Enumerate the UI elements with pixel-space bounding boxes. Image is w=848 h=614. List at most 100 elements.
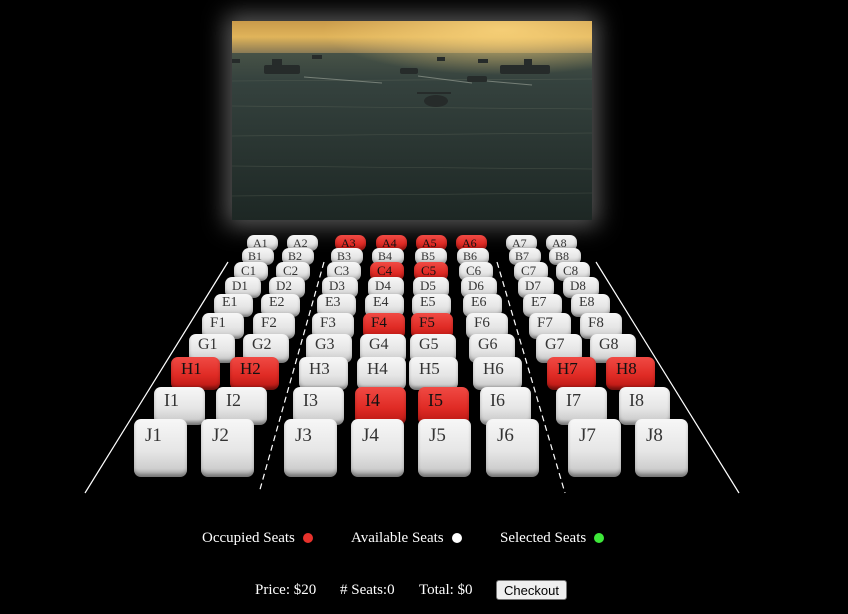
seat-label: B1 (248, 249, 263, 263)
seat-label: H8 (616, 359, 637, 378)
seat-j5[interactable]: J5 (418, 419, 471, 477)
seat-j8[interactable]: J8 (635, 419, 688, 477)
seat-label: I7 (566, 390, 581, 410)
seat-label: I4 (365, 390, 380, 410)
seat-label: D6 (468, 278, 484, 293)
seat-label: D1 (232, 278, 248, 293)
legend-occupied: Occupied Seats (202, 530, 313, 547)
seat-label: H3 (309, 359, 330, 378)
selected-dot-icon (594, 532, 605, 543)
seat-label: B5 (421, 249, 436, 263)
seat-label: F2 (261, 315, 277, 331)
seat-label: E3 (325, 295, 341, 310)
seat-label: C1 (241, 263, 257, 278)
seat-label: J5 (429, 425, 446, 446)
seat-label: E2 (269, 295, 285, 310)
legend-occupied-label: Occupied Seats (202, 530, 295, 546)
seat-label: E6 (471, 295, 487, 310)
seat-j3[interactable]: J3 (284, 419, 337, 477)
seat-label: H5 (419, 359, 440, 378)
seat-h1[interactable]: H1 (171, 357, 220, 390)
seat-label: F1 (210, 315, 226, 331)
seat-h4[interactable]: H4 (357, 357, 406, 390)
seat-h7[interactable]: H7 (547, 357, 596, 390)
seat-count-text: # Seats:0 (340, 582, 395, 598)
seat-label: G1 (198, 336, 218, 353)
seat-label: F7 (537, 315, 553, 331)
seat-label: D4 (375, 278, 391, 293)
seat-label: D7 (525, 278, 541, 293)
seat-h5[interactable]: H5 (409, 357, 458, 390)
seat-label: C8 (563, 263, 579, 278)
seat-label: H1 (181, 359, 202, 378)
available-dot-icon (451, 532, 462, 543)
seat-label: E8 (579, 295, 595, 310)
seat-label: C2 (283, 263, 299, 278)
price-text: Price: $20 (255, 582, 317, 598)
seat-label: J2 (212, 425, 229, 446)
seat-j2[interactable]: J2 (201, 419, 254, 477)
seat-j1[interactable]: J1 (134, 419, 187, 477)
seat-h3[interactable]: H3 (299, 357, 348, 390)
seat-h8[interactable]: H8 (606, 357, 655, 390)
seat-label: G5 (419, 336, 439, 353)
seat-label: I3 (303, 390, 318, 410)
seat-label: H6 (483, 359, 504, 378)
seat-label: E7 (531, 295, 547, 310)
seat-label: F5 (419, 315, 435, 331)
seat-label: C3 (334, 263, 350, 278)
seat-h2[interactable]: H2 (230, 357, 279, 390)
seat-label: G4 (369, 336, 389, 353)
seat-j7[interactable]: J7 (568, 419, 621, 477)
occupied-dot-icon (302, 532, 313, 543)
seat-label: G3 (315, 336, 335, 353)
legend: Occupied Seats Available Seats Selected … (0, 530, 848, 552)
seat-label: J4 (362, 425, 379, 446)
seat-label: E4 (373, 295, 389, 310)
seat-label: D8 (570, 278, 586, 293)
seat-label: I5 (428, 390, 443, 410)
legend-available-label: Available Seats (351, 530, 444, 546)
seat-label: B8 (555, 249, 570, 263)
seat-label: I1 (164, 390, 179, 410)
seat-label: J3 (295, 425, 312, 446)
seat-label: H7 (557, 359, 578, 378)
legend-selected: Selected Seats (500, 530, 605, 547)
seat-label: H2 (240, 359, 261, 378)
seat-label: G6 (478, 336, 498, 353)
seat-label: D5 (420, 278, 436, 293)
seat-j6[interactable]: J6 (486, 419, 539, 477)
seat-label: B3 (337, 249, 352, 263)
seat-label: G2 (252, 336, 272, 353)
seat-label: J6 (497, 425, 514, 446)
seat-label: C5 (421, 263, 437, 278)
checkout-button[interactable]: Checkout (496, 580, 567, 600)
seat-label: C6 (466, 263, 482, 278)
seat-label: G8 (599, 336, 619, 353)
seat-label: B4 (378, 249, 393, 263)
seat-label: I6 (490, 390, 505, 410)
seat-h6[interactable]: H6 (473, 357, 522, 390)
seat-label: J7 (579, 425, 596, 446)
seat-label: H4 (367, 359, 388, 378)
seat-label: J8 (646, 425, 663, 446)
seat-label: D3 (329, 278, 345, 293)
seat-label: C4 (377, 263, 393, 278)
seat-label: B6 (463, 249, 478, 263)
seat-j4[interactable]: J4 (351, 419, 404, 477)
seat-label: F8 (588, 315, 604, 331)
total-text: Total: $0 (419, 582, 473, 598)
legend-selected-label: Selected Seats (500, 530, 587, 546)
seat-label: I2 (226, 390, 241, 410)
seat-label: D2 (276, 278, 292, 293)
legend-available: Available Seats (351, 530, 462, 547)
seat-label: B7 (515, 249, 530, 263)
seat-label: E1 (222, 295, 238, 310)
seat-label: G7 (545, 336, 565, 353)
seat-label: B2 (288, 249, 303, 263)
seat-label: J1 (145, 425, 162, 446)
seat-label: C7 (521, 263, 537, 278)
seat-label: F6 (474, 315, 490, 331)
seat-label: E5 (420, 295, 436, 310)
seat-label: I8 (629, 390, 644, 410)
